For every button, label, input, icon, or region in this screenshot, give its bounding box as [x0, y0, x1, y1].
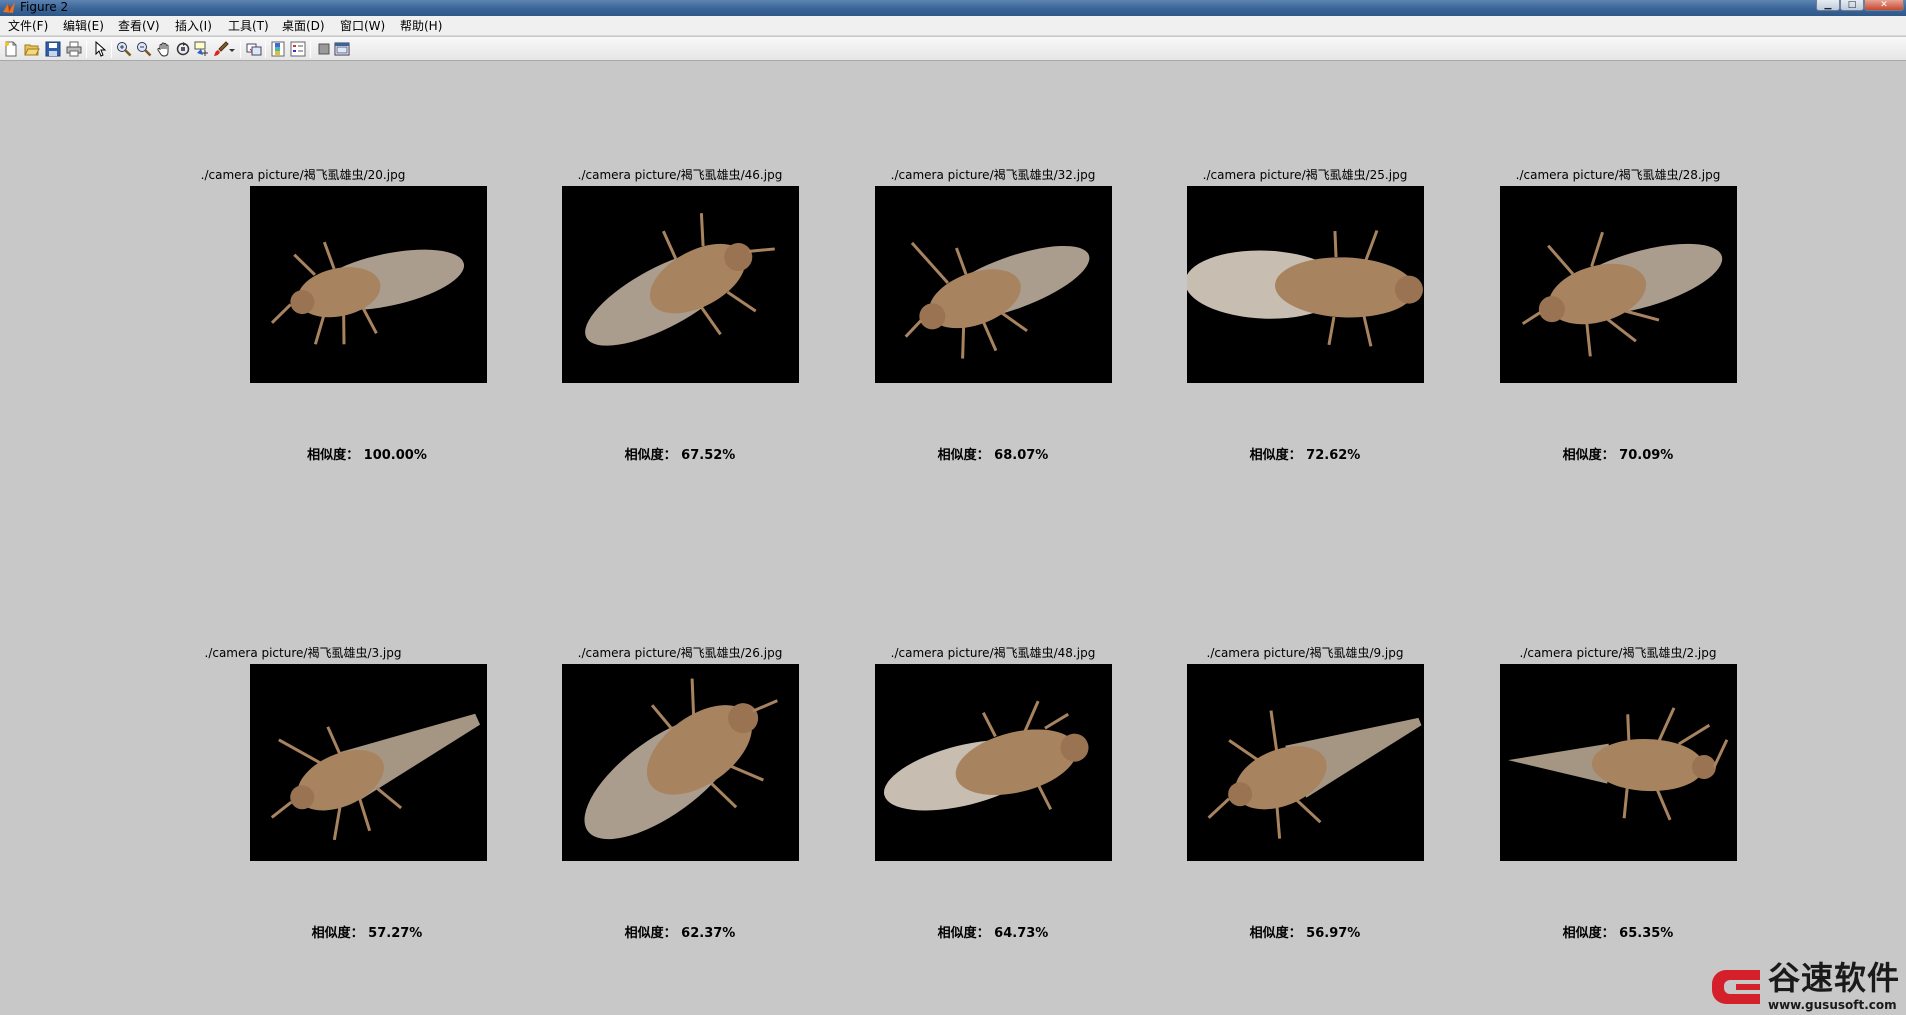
insect-image	[875, 664, 1112, 861]
similarity-label: 相似度： 70.09%	[1562, 448, 1674, 463]
figure-canvas: ./camera picture/褐飞虱雄虫/20.jpg 相似度： 100.0…	[0, 62, 1906, 1015]
toolbar-separator	[310, 41, 311, 58]
rotate-3d-icon[interactable]	[175, 41, 191, 57]
menu-window[interactable]: 窗口(W)	[340, 19, 385, 33]
close-button[interactable]: ✕	[1864, 0, 1904, 11]
insect-image	[1187, 664, 1424, 861]
menu-insert[interactable]: 插入(I)	[175, 19, 212, 33]
similarity-label: 相似度： 62.37%	[624, 926, 736, 941]
subplot-title: ./camera picture/褐飞虱雄虫/9.jpg	[1206, 646, 1404, 660]
subplot-title: ./camera picture/褐飞虱雄虫/26.jpg	[577, 646, 783, 660]
menu-file[interactable]: 文件(F)	[8, 19, 48, 33]
window-title: Figure 2	[20, 0, 69, 14]
brush-dropdown-icon[interactable]	[228, 41, 236, 57]
menu-bar: 文件(F) 编辑(E) 查看(V) 插入(I) 工具(T) 桌面(D) 窗口(W…	[0, 16, 1906, 36]
subplot-title: ./camera picture/褐飞虱雄虫/48.jpg	[890, 646, 1096, 660]
insect-image	[562, 186, 799, 383]
menu-desktop[interactable]: 桌面(D)	[282, 19, 325, 33]
menu-tools[interactable]: 工具(T)	[228, 19, 269, 33]
minimize-button[interactable]: ▁	[1816, 0, 1840, 11]
toolbar-separator	[265, 41, 266, 58]
subplot-title: ./camera picture/褐飞虱雄虫/28.jpg	[1515, 168, 1721, 182]
insect-image	[250, 186, 487, 383]
insect-image	[875, 186, 1112, 383]
insect-image	[1500, 664, 1737, 861]
insect-image	[562, 664, 799, 861]
maximize-button[interactable]: □	[1840, 0, 1864, 11]
subplot-title: ./camera picture/褐飞虱雄虫/25.jpg	[1202, 168, 1408, 182]
insect-image	[250, 664, 487, 861]
similarity-label: 相似度： 57.27%	[311, 926, 423, 941]
similarity-label: 相似度： 65.35%	[1562, 926, 1674, 941]
subplot-title: ./camera picture/褐飞虱雄虫/3.jpg	[204, 646, 402, 660]
zoom-in-icon[interactable]	[116, 41, 132, 57]
new-figure-icon[interactable]	[3, 41, 19, 57]
link-plot-icon[interactable]	[246, 41, 262, 57]
data-cursor-icon[interactable]	[194, 41, 210, 57]
similarity-label: 相似度： 72.62%	[1249, 448, 1361, 463]
window-title-bar: Figure 2 ▁ □ ✕	[0, 0, 1906, 16]
print-icon[interactable]	[66, 41, 82, 57]
similarity-label: 相似度： 64.73%	[937, 926, 1049, 941]
menu-edit[interactable]: 编辑(E)	[63, 19, 104, 33]
zoom-out-icon[interactable]	[136, 41, 152, 57]
subplot-title: ./camera picture/褐飞虱雄虫/46.jpg	[577, 168, 783, 182]
save-icon[interactable]	[45, 41, 61, 57]
toolbar-separator	[86, 41, 87, 58]
brush-icon[interactable]	[213, 41, 229, 57]
insert-legend-icon[interactable]	[290, 41, 306, 57]
similarity-label: 相似度： 67.52%	[624, 448, 736, 463]
gususoft-logo-icon	[1708, 960, 1764, 1014]
show-plot-tools-icon[interactable]	[334, 41, 350, 57]
subplot-title: ./camera picture/褐飞虱雄虫/32.jpg	[890, 168, 1096, 182]
menu-view[interactable]: 查看(V)	[118, 19, 160, 33]
insect-image	[1187, 186, 1424, 383]
insert-colorbar-icon[interactable]	[270, 41, 286, 57]
toolbar-separator	[240, 41, 241, 58]
edit-plot-arrow-icon[interactable]	[92, 41, 108, 57]
matlab-logo-icon	[2, 1, 16, 15]
open-file-icon[interactable]	[24, 41, 40, 57]
subplot-title: ./camera picture/褐飞虱雄虫/20.jpg	[200, 168, 406, 182]
insect-image	[1500, 186, 1737, 383]
menu-help[interactable]: 帮助(H)	[400, 19, 442, 33]
figure-toolbar	[0, 37, 1906, 61]
toolbar-separator	[111, 41, 112, 58]
hide-plot-tools-icon[interactable]	[316, 41, 332, 57]
similarity-label: 相似度： 100.00%	[307, 448, 427, 463]
similarity-label: 相似度： 68.07%	[937, 448, 1049, 463]
watermark-brand: 谷速软件	[1768, 959, 1901, 997]
similarity-label: 相似度： 56.97%	[1249, 926, 1361, 941]
watermark-url: www.gususoft.com	[1768, 998, 1897, 1012]
subplot-title: ./camera picture/褐飞虱雄虫/2.jpg	[1519, 646, 1717, 660]
pan-hand-icon[interactable]	[156, 41, 172, 57]
